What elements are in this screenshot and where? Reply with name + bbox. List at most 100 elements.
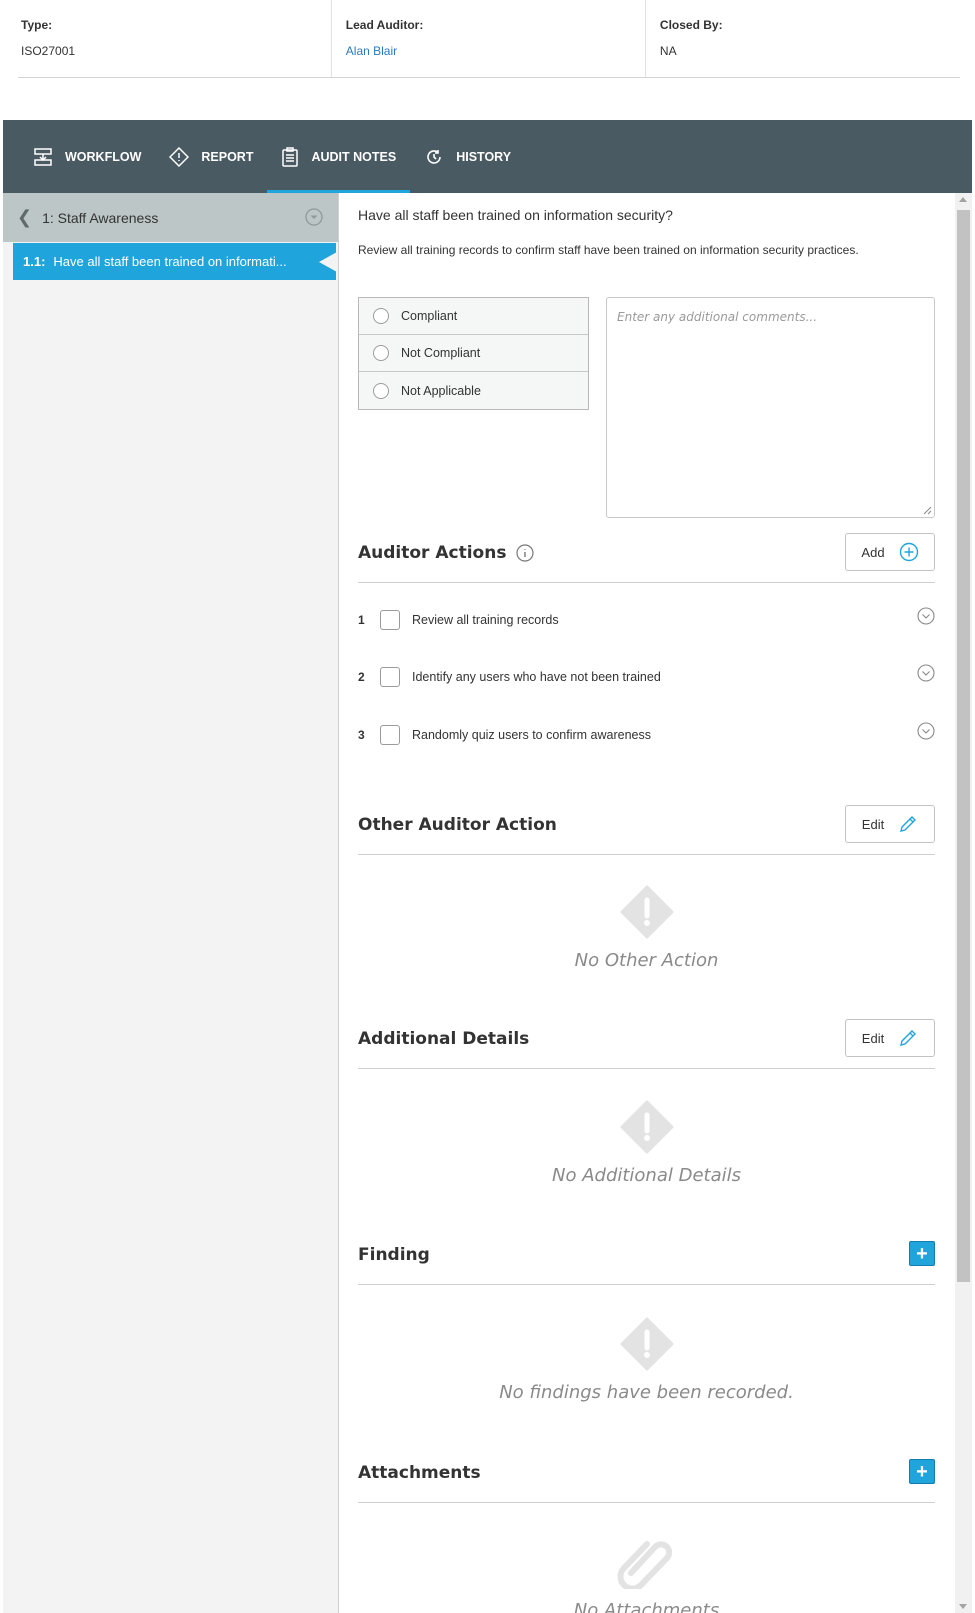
question-title: Have all staff been trained on informati… xyxy=(358,207,673,223)
auditor-actions-title-text: Auditor Actions xyxy=(358,543,507,563)
tab-audit-notes-label: AUDIT NOTES xyxy=(311,149,397,164)
sidebar-item-number: 1.1: xyxy=(23,254,46,269)
attachments-title: Attachments xyxy=(358,1463,481,1483)
auditor-actions-title: Auditor Actions xyxy=(358,543,534,563)
resize-grip-icon[interactable] xyxy=(922,505,932,515)
tab-report[interactable]: REPORT xyxy=(155,120,267,193)
auditor-actions-header: Auditor Actions Add xyxy=(358,533,935,583)
clipboard-icon xyxy=(282,146,299,167)
add-finding-button[interactable]: + xyxy=(909,1241,935,1266)
edit-other-action-button[interactable]: Edit xyxy=(845,805,935,843)
pencil-icon xyxy=(900,816,917,832)
attachments-empty-state: No Attachments xyxy=(358,1533,935,1613)
action-item: 1 Review all training records xyxy=(358,605,935,635)
sidebar-item-1-1[interactable]: 1.1: Have all staff been trained on info… xyxy=(13,243,337,280)
action-item: 2 Identify any users who have not been t… xyxy=(358,662,935,692)
tab-bar: WORKFLOW REPORT AUDIT NOTES HISTORY xyxy=(3,120,972,193)
chevron-down-circle-icon[interactable] xyxy=(917,722,935,740)
closed-by-label: Closed By: xyxy=(659,18,723,32)
chevron-down-circle-icon[interactable] xyxy=(917,664,935,682)
radio-not-applicable[interactable] xyxy=(373,382,389,399)
info-icon[interactable] xyxy=(516,544,534,562)
plus-circle-icon xyxy=(899,542,918,562)
tab-history[interactable]: HISTORY xyxy=(410,120,525,193)
empty-message: No Additional Details xyxy=(552,1165,741,1186)
closed-by-value: NA xyxy=(659,44,677,58)
empty-message: No Attachments xyxy=(573,1600,720,1613)
comments-textarea[interactable]: Enter any additional comments... xyxy=(606,297,935,518)
sidebar-section-staff-awareness[interactable]: ❮ 1: Staff Awareness xyxy=(3,193,338,242)
edit-additional-details-button[interactable]: Edit xyxy=(845,1019,935,1057)
type-label: Type: xyxy=(21,18,53,32)
other-action-title: Other Auditor Action xyxy=(358,815,557,835)
lead-auditor-field: Lead Auditor: Alan Blair xyxy=(332,0,646,77)
scroll-down-arrow-icon[interactable] xyxy=(959,1604,967,1609)
action-number: 2 xyxy=(358,670,365,684)
additional-details-empty-state: No Additional Details xyxy=(358,1100,935,1186)
action-checkbox[interactable] xyxy=(380,725,400,745)
additional-details-title: Additional Details xyxy=(358,1029,530,1049)
option-label: Not Applicable xyxy=(401,383,481,398)
option-label: Compliant xyxy=(401,309,458,323)
audit-info-header: Type: ISO27001 Lead Auditor: Alan Blair … xyxy=(3,0,972,120)
edit-button-label: Edit xyxy=(861,1030,885,1046)
pencil-icon xyxy=(900,1030,917,1046)
action-text: Identify any users who have not been tra… xyxy=(412,670,661,684)
action-checkbox[interactable] xyxy=(380,610,400,630)
finding-header: Finding + xyxy=(358,1235,935,1285)
option-compliant[interactable]: Compliant xyxy=(359,298,588,335)
main-content: Have all staff been trained on informati… xyxy=(340,193,955,1613)
tab-workflow-label: WORKFLOW xyxy=(65,149,142,164)
tab-audit-notes[interactable]: AUDIT NOTES xyxy=(267,120,410,193)
tab-workflow[interactable]: WORKFLOW xyxy=(19,120,155,193)
radio-compliant[interactable] xyxy=(373,308,389,324)
report-diamond-icon xyxy=(169,146,190,167)
option-label: Not Compliant xyxy=(401,346,481,360)
action-number: 3 xyxy=(358,728,365,742)
other-action-empty-state: No Other Action xyxy=(358,885,935,971)
sidebar: ❮ 1: Staff Awareness 1.1: Have all staff… xyxy=(3,193,339,1613)
chevron-down-circle-icon[interactable] xyxy=(917,607,935,625)
attachments-header: Attachments + xyxy=(358,1453,935,1503)
finding-title: Finding xyxy=(358,1245,430,1265)
warning-diamond-icon xyxy=(620,1100,673,1154)
other-action-header: Other Auditor Action Edit xyxy=(358,805,935,855)
chevron-left-icon[interactable]: ❮ xyxy=(17,207,32,228)
empty-message: No Other Action xyxy=(574,950,719,971)
workflow-icon xyxy=(34,147,52,166)
lead-auditor-label: Lead Auditor: xyxy=(345,18,424,32)
vertical-scrollbar[interactable] xyxy=(955,193,972,1613)
warning-diamond-icon xyxy=(620,1317,673,1371)
type-value: ISO27001 xyxy=(21,44,76,58)
add-action-button[interactable]: Add xyxy=(845,533,935,571)
add-button-label: Add xyxy=(861,544,885,560)
add-attachment-button[interactable]: + xyxy=(909,1459,935,1484)
history-icon xyxy=(427,149,442,164)
additional-details-header: Additional Details Edit xyxy=(358,1019,935,1069)
paperclip-icon xyxy=(617,1541,672,1592)
closed-by-field: Closed By: NA xyxy=(646,0,960,77)
question-description: Review all training records to confirm s… xyxy=(358,243,859,257)
audit-info-row: Type: ISO27001 Lead Auditor: Alan Blair … xyxy=(18,0,960,78)
scrollbar-thumb[interactable] xyxy=(957,210,970,1282)
option-not-applicable[interactable]: Not Applicable xyxy=(359,372,588,409)
action-item: 3 Randomly quiz users to confirm awarene… xyxy=(358,720,935,750)
warning-diamond-icon xyxy=(620,885,673,939)
radio-not-compliant[interactable] xyxy=(373,345,389,361)
scroll-up-arrow-icon[interactable] xyxy=(959,197,967,202)
comments-placeholder: Enter any additional comments... xyxy=(617,310,818,324)
lead-auditor-link[interactable]: Alan Blair xyxy=(346,44,631,58)
action-text: Review all training records xyxy=(412,613,559,627)
empty-message: No findings have been recorded. xyxy=(499,1382,794,1403)
sidebar-item-label: Have all staff been trained on informati… xyxy=(53,254,287,269)
finding-empty-state: No findings have been recorded. xyxy=(358,1317,935,1403)
action-text: Randomly quiz users to confirm awareness xyxy=(412,728,651,742)
sidebar-section-label: 1: Staff Awareness xyxy=(42,209,159,226)
tab-history-label: HISTORY xyxy=(456,149,512,164)
type-field: Type: ISO27001 xyxy=(18,0,332,77)
action-checkbox[interactable] xyxy=(380,667,400,687)
option-not-compliant[interactable]: Not Compliant xyxy=(359,335,588,372)
chevron-down-circle-icon[interactable] xyxy=(305,208,323,226)
action-number: 1 xyxy=(358,613,365,627)
edit-button-label: Edit xyxy=(861,816,885,832)
